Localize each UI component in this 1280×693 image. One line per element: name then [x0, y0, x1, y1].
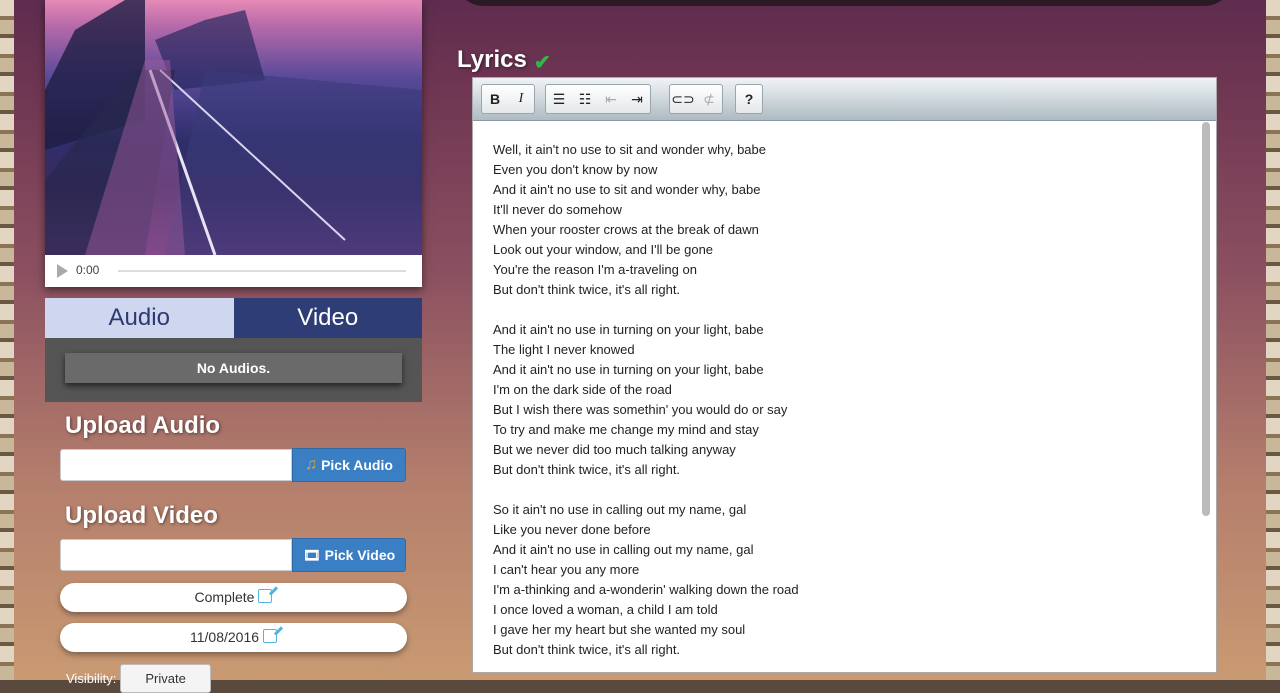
lyrics-line: I'm on the dark side of the road: [493, 382, 672, 397]
lyrics-line: I gave her my heart but she wanted my so…: [493, 622, 746, 637]
lyrics-line: But we never did too much talking anyway: [493, 442, 736, 457]
visibility-toggle[interactable]: Private: [120, 664, 211, 693]
list-group: ☰ ☷ ⇤ ⇥: [545, 84, 651, 114]
music-note-icon: ♫: [305, 456, 318, 473]
pick-video-label: Pick Video: [324, 547, 396, 563]
visibility-row: Visibility: Private: [66, 664, 211, 693]
italic-button[interactable]: I: [508, 85, 534, 113]
bulleted-list-icon[interactable]: ☷: [572, 85, 598, 113]
lyrics-line: Well, it ain't no use to sit and wonder …: [493, 142, 766, 157]
unlink-icon[interactable]: ⊄: [696, 85, 722, 113]
left-wood-border: [0, 0, 14, 680]
lyrics-text-area[interactable]: Well, it ain't no use to sit and wonder …: [493, 140, 1193, 660]
link-icon[interactable]: ⊂⊃: [670, 85, 696, 113]
top-bar: [454, 0, 1234, 6]
audio-file-input[interactable]: [60, 449, 292, 481]
lyrics-line: But don't think twice, it's all right.: [493, 282, 681, 297]
tab-video[interactable]: Video: [233, 298, 422, 338]
lyrics-line: And it ain't no use in turning on your l…: [493, 322, 764, 337]
lyrics-editor: B I ☰ ☷ ⇤ ⇥ ⊂⊃ ⊄ ? Well, it ain't no use…: [472, 77, 1217, 673]
indent-icon[interactable]: ⇥: [624, 85, 650, 113]
lyrics-line: Like you never done before: [493, 522, 651, 537]
lyrics-line: And it ain't no use in turning on your l…: [493, 362, 764, 377]
lyrics-line: I once loved a woman, a child I am told: [493, 602, 718, 617]
lyrics-line: But don't think twice, it's all right.: [493, 462, 681, 477]
date-label: 11/08/2016: [189, 629, 260, 645]
media-tabs: Audio Video: [45, 298, 422, 338]
check-icon: ✔: [534, 52, 551, 74]
edit-icon[interactable]: [258, 589, 273, 603]
link-group: ⊂⊃ ⊄: [669, 84, 723, 114]
lyrics-line: You're the reason I'm a-traveling on: [493, 262, 697, 277]
audio-list-panel: No Audios.: [45, 338, 422, 402]
play-icon[interactable]: [57, 264, 68, 278]
lyrics-line: And it ain't no use in calling out my na…: [493, 542, 754, 557]
lyrics-line: I'm a-thinking and a-wonderin' walking d…: [493, 582, 799, 597]
help-group: ?: [735, 84, 763, 114]
editor-toolbar: B I ☰ ☷ ⇤ ⇥ ⊂⊃ ⊄ ?: [473, 78, 1216, 121]
playback-time: 0:00: [76, 263, 100, 277]
player-controls: 0:00: [45, 255, 422, 287]
format-group: B I: [481, 84, 535, 114]
status-label: Complete: [194, 589, 255, 605]
upload-audio-title: Upload Audio: [65, 412, 221, 439]
main-panel: 0:00 Audio Video No Audios. Upload Audio…: [14, 0, 1266, 693]
outdent-icon[interactable]: ⇤: [598, 85, 624, 113]
video-player[interactable]: 0:00: [45, 0, 422, 287]
lyrics-line: But don't think twice, it's all right.: [493, 642, 681, 657]
lyrics-line: The light I never knowed: [493, 342, 635, 357]
video-thumbnail: [45, 0, 422, 255]
lyrics-line: But I wish there was somethin' you would…: [493, 402, 788, 417]
bold-button[interactable]: B: [482, 85, 508, 113]
lyrics-line: Even you don't know by now: [493, 162, 658, 177]
empty-audio-message: No Audios.: [65, 353, 402, 383]
help-button[interactable]: ?: [736, 85, 762, 113]
lyrics-line: It'll never do somehow: [493, 202, 622, 217]
pick-audio-button[interactable]: ♫ Pick Audio: [292, 448, 406, 482]
film-icon: 🎞: [302, 546, 321, 563]
status-pill[interactable]: Complete: [60, 583, 407, 612]
right-wood-border: [1266, 0, 1280, 680]
edit-icon[interactable]: [263, 629, 278, 643]
tab-audio[interactable]: Audio: [45, 298, 234, 338]
progress-track[interactable]: [118, 270, 406, 272]
editor-scrollbar[interactable]: [1202, 122, 1210, 516]
visibility-label: Visibility:: [66, 671, 117, 686]
date-pill[interactable]: 11/08/2016: [60, 623, 407, 652]
lyrics-line: So it ain't no use in calling out my nam…: [493, 502, 747, 517]
pick-video-button[interactable]: 🎞 Pick Video: [292, 538, 406, 572]
lyrics-title: Lyrics: [457, 46, 527, 73]
lyrics-line: Look out your window, and I'll be gone: [493, 242, 714, 257]
pick-audio-label: Pick Audio: [321, 457, 393, 473]
lyrics-blank-line: [493, 480, 1193, 500]
lyrics-line: To try and make me change my mind and st…: [493, 422, 759, 437]
upload-video-title: Upload Video: [65, 502, 218, 529]
lyrics-line: I can't hear you any more: [493, 562, 640, 577]
lyrics-line: When your rooster crows at the break of …: [493, 222, 759, 237]
numbered-list-icon[interactable]: ☰: [546, 85, 572, 113]
video-file-input[interactable]: [60, 539, 292, 571]
lyrics-line: And it ain't no use to sit and wonder wh…: [493, 182, 761, 197]
lyrics-blank-line: [493, 300, 1193, 320]
